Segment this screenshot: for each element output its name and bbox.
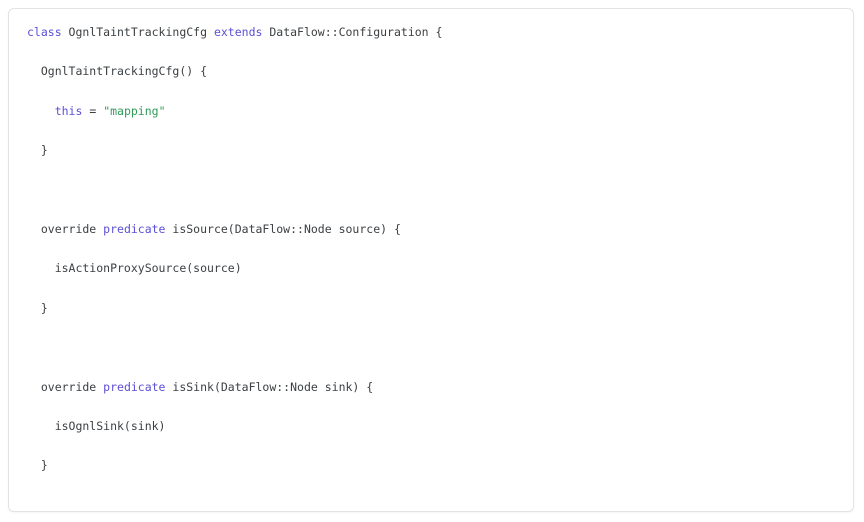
- code-token-plain: }: [27, 458, 48, 473]
- code-token-kw: predicate: [103, 222, 166, 237]
- code-line: override predicate isSource(DataFlow::No…: [27, 220, 837, 240]
- code-token-str: "mapping": [103, 103, 166, 118]
- code-token-plain: isSource(DataFlow::Node source) {: [165, 222, 401, 237]
- code-token-plain: }: [27, 300, 48, 315]
- code-token-plain: =: [82, 103, 104, 118]
- code-token-kw: predicate: [103, 379, 166, 394]
- code-content[interactable]: class OgnlTaintTrackingCfg extends DataF…: [27, 23, 837, 511]
- code-token-plain: isActionProxySource(source): [27, 261, 242, 276]
- code-line: override predicate isSink(DataFlow::Node…: [27, 378, 837, 398]
- code-token-kw: extends: [213, 25, 263, 39]
- code-block-body: class OgnlTaintTrackingCfg extends DataF…: [9, 9, 853, 511]
- code-line: class OgnlTaintTrackingCfg extends DataF…: [27, 23, 837, 43]
- code-line: }: [27, 299, 837, 319]
- code-token-kw: this: [54, 103, 83, 118]
- code-token-plain: OgnlTaintTrackingCfg: [61, 25, 214, 39]
- code-line: isOgnlSink(sink): [27, 417, 837, 437]
- code-token-plain: }: [27, 143, 48, 158]
- code-line: this = "mapping": [27, 102, 837, 122]
- code-token-kw: class: [27, 25, 62, 39]
- code-block-card: class OgnlTaintTrackingCfg extends DataF…: [8, 8, 854, 512]
- code-token-plain: isSink(DataFlow::Node sink) {: [165, 379, 374, 394]
- code-token-plain: override: [27, 222, 104, 237]
- code-token-plain: OgnlTaintTrackingCfg() {: [27, 64, 208, 79]
- code-token-plain: DataFlow::Configuration {: [262, 25, 443, 39]
- code-line: OgnlTaintTrackingCfg() {: [27, 62, 837, 82]
- code-token-plain: isOgnlSink(sink): [27, 419, 166, 434]
- code-line: }: [27, 456, 837, 476]
- code-token-plain: override: [27, 379, 104, 394]
- code-line: }: [27, 141, 837, 161]
- code-line: isActionProxySource(source): [27, 259, 837, 279]
